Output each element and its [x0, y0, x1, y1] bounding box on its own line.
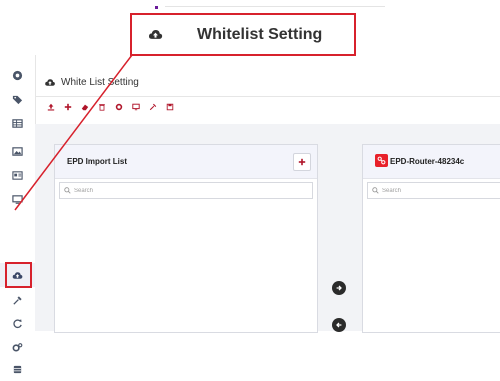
search-box — [59, 182, 313, 199]
delete-button[interactable] — [95, 100, 109, 114]
sidebar-item-satellite[interactable] — [0, 288, 35, 312]
sidebar-item-cogs[interactable] — [0, 335, 35, 359]
callout-title: Whitelist Setting — [197, 25, 323, 43]
gear-icon — [115, 103, 123, 111]
panel-title: EPD-Router-48234c — [390, 157, 465, 166]
add-button[interactable] — [61, 100, 75, 114]
callout-box: Whitelist Setting — [130, 13, 356, 56]
plus-icon — [64, 103, 72, 111]
sidebar — [0, 55, 36, 373]
epd-import-list-panel: EPD Import List — [54, 144, 318, 333]
satellite-button[interactable] — [146, 100, 160, 114]
search-icon — [64, 187, 71, 194]
search-icon — [372, 187, 379, 194]
tags-icon — [12, 95, 23, 104]
arrow-right-icon — [336, 285, 342, 291]
sidebar-item-image[interactable] — [0, 139, 35, 163]
satellite-icon — [13, 295, 22, 305]
satellite-icon — [149, 103, 157, 111]
cogs-icon — [12, 342, 23, 352]
sidebar-item-id-card[interactable] — [0, 163, 35, 187]
sidebar-item-dashboard[interactable] — [0, 63, 35, 87]
router-icon — [375, 154, 388, 167]
page-header: White List Setting — [35, 68, 500, 97]
refresh-icon — [13, 318, 22, 328]
top-edge-marker — [155, 6, 158, 9]
sidebar-highlight-box — [5, 262, 32, 288]
sidebar-item-monitor[interactable] — [0, 187, 35, 211]
move-left-button[interactable] — [332, 318, 346, 332]
table-icon — [12, 118, 23, 128]
monitor-icon — [132, 103, 140, 111]
panel-header: EPD-Router-48234c — [363, 145, 500, 179]
add-epd-button[interactable] — [293, 153, 311, 171]
eraser-button[interactable] — [78, 100, 92, 114]
save-button[interactable] — [163, 100, 177, 114]
cloud-upload-icon — [148, 29, 163, 39]
toolbar — [44, 100, 180, 114]
search-input[interactable] — [382, 187, 490, 194]
monitor-icon — [12, 194, 23, 204]
router-link-icon — [377, 156, 386, 165]
cloud-upload-icon — [45, 78, 55, 86]
search-input[interactable] — [74, 187, 276, 194]
sidebar-item-table[interactable] — [0, 111, 35, 135]
panel-title: EPD Import List — [67, 157, 128, 166]
image-icon — [12, 146, 23, 156]
monitor-button[interactable] — [129, 100, 143, 114]
panel-header: EPD Import List — [55, 145, 317, 179]
settings-button[interactable] — [112, 100, 126, 114]
save-icon — [166, 103, 174, 111]
sidebar-item-refresh[interactable] — [0, 311, 35, 335]
plus-icon — [298, 158, 306, 166]
sidebar-item-database[interactable] — [0, 357, 35, 381]
search-box — [367, 182, 500, 199]
eraser-icon — [81, 104, 89, 111]
database-icon — [13, 365, 22, 373]
trash-icon — [99, 104, 105, 111]
top-edge-line — [165, 6, 385, 7]
arrow-left-icon — [336, 322, 342, 328]
dashboard-icon — [12, 70, 23, 80]
upload-icon — [47, 103, 55, 111]
sidebar-item-tags[interactable] — [0, 87, 35, 111]
move-right-button[interactable] — [332, 281, 346, 295]
page-title: White List Setting — [61, 76, 139, 88]
id-card-icon — [12, 170, 23, 180]
router-panel: EPD-Router-48234c — [362, 144, 500, 333]
upload-button[interactable] — [44, 100, 58, 114]
